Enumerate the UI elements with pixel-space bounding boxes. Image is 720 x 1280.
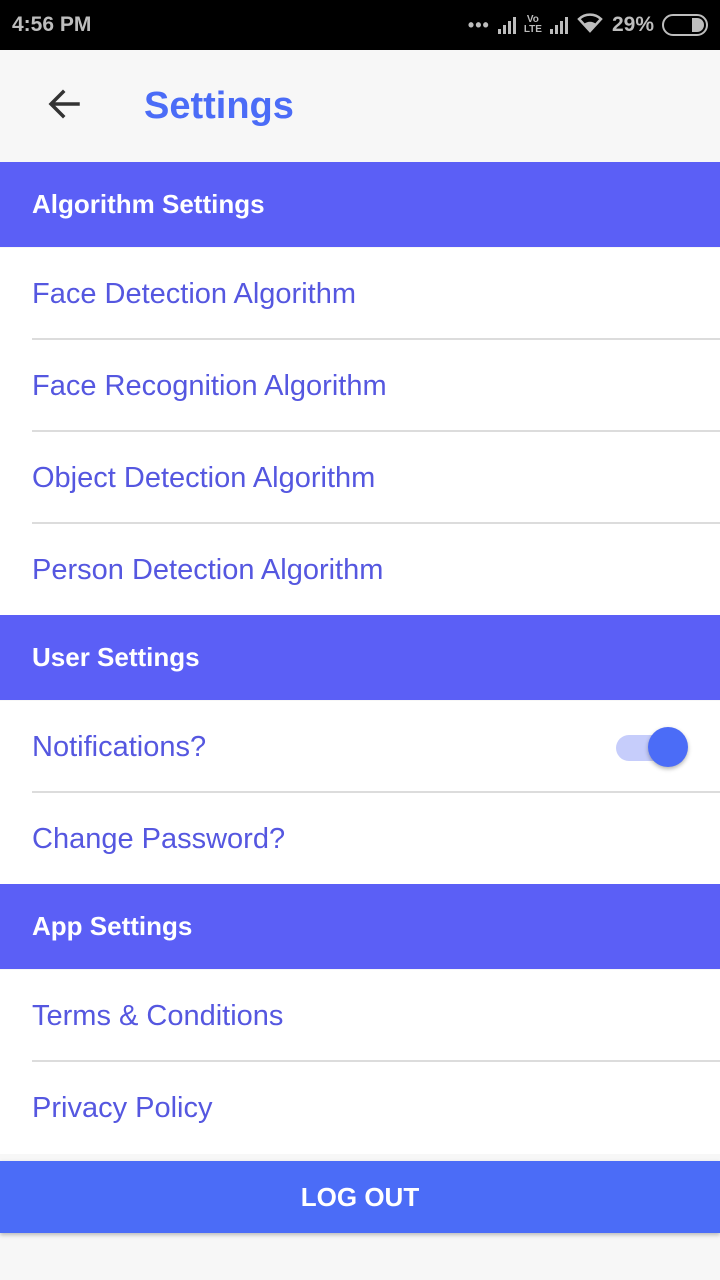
setting-item-notifications[interactable]: Notifications? (0, 701, 720, 793)
page-title: Settings (144, 84, 294, 127)
section-header-algorithm: Algorithm Settings (0, 162, 720, 247)
setting-item-face-recognition[interactable]: Face Recognition Algorithm (0, 340, 720, 432)
setting-item-face-detection[interactable]: Face Detection Algorithm (0, 248, 720, 340)
battery-percent: 29% (611, 13, 654, 36)
status-time: 4:56 PM (12, 13, 92, 36)
setting-item-label: Object Detection Algorithm (32, 461, 376, 494)
setting-item-change-password[interactable]: Change Password? (0, 793, 720, 885)
setting-item-label: Privacy Policy (32, 1091, 213, 1124)
signal-icon (497, 16, 516, 34)
arrow-back-icon (46, 86, 82, 127)
setting-item-label: Face Recognition Algorithm (32, 369, 387, 402)
setting-item-label: Person Detection Algorithm (32, 553, 384, 586)
wifi-icon (576, 11, 604, 39)
setting-item-object-detection[interactable]: Object Detection Algorithm (0, 432, 720, 524)
battery-icon (662, 14, 708, 36)
app-bar: Settings (0, 50, 720, 162)
status-bar: 4:56 PM ••• Vo LTE 29% (0, 0, 720, 50)
status-icons: ••• Vo LTE 29% (468, 11, 708, 39)
section-header-user: User Settings (0, 615, 720, 700)
setting-item-label: Change Password? (32, 822, 286, 855)
setting-item-label: Face Detection Algorithm (32, 277, 356, 310)
setting-item-label: Notifications? (32, 730, 207, 763)
back-button[interactable] (32, 74, 96, 138)
notifications-toggle[interactable] (616, 727, 688, 767)
setting-item-privacy[interactable]: Privacy Policy (0, 1062, 720, 1154)
setting-item-label: Terms & Conditions (32, 999, 284, 1032)
signal-icon-2 (549, 16, 568, 34)
section-header-app: App Settings (0, 884, 720, 969)
setting-item-person-detection[interactable]: Person Detection Algorithm (0, 524, 720, 616)
logout-button[interactable]: LOG OUT (0, 1161, 720, 1233)
toggle-thumb (648, 727, 688, 767)
volte-icon: Vo LTE (523, 14, 542, 35)
more-dots-icon: ••• (467, 14, 490, 35)
setting-item-terms[interactable]: Terms & Conditions (0, 970, 720, 1062)
